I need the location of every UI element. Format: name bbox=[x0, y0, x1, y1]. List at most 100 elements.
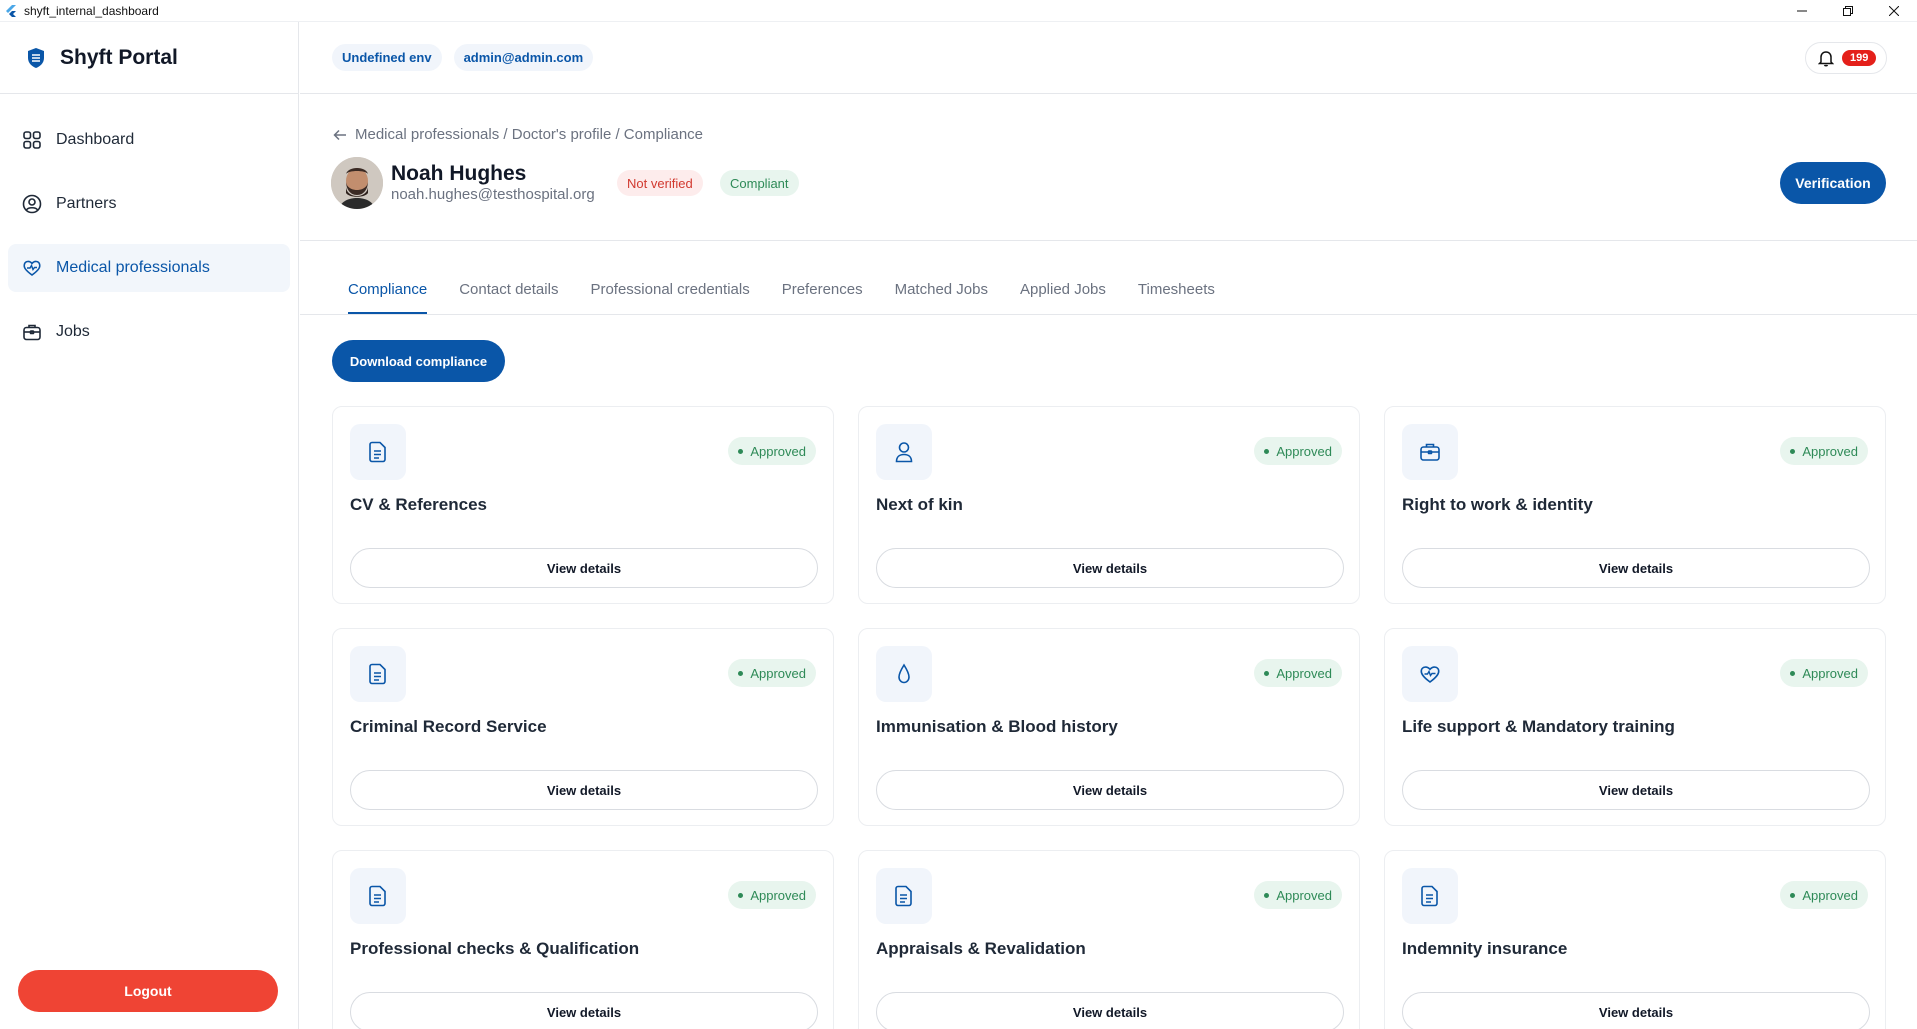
sidebar-item-label: Medical professionals bbox=[56, 259, 210, 276]
status-dot bbox=[1790, 892, 1796, 898]
heart-pulse-icon bbox=[23, 260, 41, 276]
card-icon-box bbox=[1402, 646, 1458, 702]
status-dot bbox=[738, 448, 744, 454]
logout-button[interactable]: Logout bbox=[18, 970, 278, 1012]
status-dot bbox=[1264, 892, 1270, 898]
bell-icon bbox=[1818, 51, 1834, 67]
close-icon bbox=[1889, 6, 1899, 16]
document-icon bbox=[369, 663, 386, 685]
tab-timesheets[interactable]: Timesheets bbox=[1138, 272, 1215, 314]
view-details-button[interactable]: View details bbox=[876, 770, 1344, 810]
view-details-button[interactable]: View details bbox=[1402, 770, 1870, 810]
view-details-button[interactable]: View details bbox=[876, 992, 1344, 1029]
status-text: Approved bbox=[750, 443, 806, 459]
tab-preferences[interactable]: Preferences bbox=[782, 272, 863, 314]
card-icon-box bbox=[350, 424, 406, 480]
env-chip: Undefined env bbox=[332, 44, 442, 71]
sidebar-item-label: Jobs bbox=[56, 323, 90, 340]
person-icon bbox=[895, 442, 913, 463]
compliance-card-right-to-work: Approved Right to work & identity View d… bbox=[1384, 406, 1886, 604]
sidebar-item-partners[interactable]: Partners bbox=[8, 180, 290, 228]
card-icon-box bbox=[876, 424, 932, 480]
card-title: Right to work & identity bbox=[1402, 495, 1593, 514]
compliance-card-indemnity: Approved Indemnity insurance View detail… bbox=[1384, 850, 1886, 1029]
view-details-button[interactable]: View details bbox=[1402, 992, 1870, 1029]
notifications-button[interactable]: 199 bbox=[1805, 42, 1887, 74]
window-title: shyft_internal_dashboard bbox=[24, 3, 159, 18]
top-header: Undefined env admin@admin.com 199 bbox=[300, 22, 1917, 94]
card-icon-box bbox=[350, 868, 406, 924]
divider bbox=[300, 240, 1917, 241]
compliance-card-appraisals: Approved Appraisals & Revalidation View … bbox=[858, 850, 1360, 1029]
card-icon-box bbox=[1402, 424, 1458, 480]
tab-matched-jobs[interactable]: Matched Jobs bbox=[895, 272, 988, 314]
card-icon-box bbox=[876, 868, 932, 924]
approved-badge: Approved bbox=[1254, 881, 1342, 909]
tab-applied-jobs[interactable]: Applied Jobs bbox=[1020, 272, 1106, 314]
card-title: Life support & Mandatory training bbox=[1402, 717, 1675, 736]
status-dot bbox=[1790, 448, 1796, 454]
view-details-button[interactable]: View details bbox=[350, 992, 818, 1029]
sidebar-item-medical-professionals[interactable]: Medical professionals bbox=[8, 244, 290, 292]
sidebar-item-label: Dashboard bbox=[56, 131, 135, 148]
arrow-left-icon bbox=[333, 129, 346, 140]
card-icon-box bbox=[350, 646, 406, 702]
card-title: Criminal Record Service bbox=[350, 717, 547, 736]
breadcrumb-text[interactable]: Medical professionals / Doctor's profile… bbox=[355, 126, 703, 143]
tab-compliance[interactable]: Compliance bbox=[348, 272, 428, 314]
heart-pulse-icon bbox=[1420, 666, 1440, 683]
approved-badge: Approved bbox=[1780, 881, 1868, 909]
minimize-button[interactable] bbox=[1779, 0, 1825, 22]
user-circle-icon bbox=[22, 194, 42, 214]
grid-icon bbox=[23, 131, 41, 149]
card-title: Immunisation & Blood history bbox=[876, 717, 1118, 736]
restore-button[interactable] bbox=[1825, 0, 1871, 22]
sidebar-item-dashboard[interactable]: Dashboard bbox=[8, 116, 290, 164]
brand[interactable]: Shyft Portal bbox=[0, 22, 298, 94]
verification-button[interactable]: Verification bbox=[1780, 162, 1886, 204]
sidebar-item-label: Partners bbox=[56, 195, 117, 212]
view-details-button[interactable]: View details bbox=[350, 770, 818, 810]
approved-badge: Approved bbox=[1780, 437, 1868, 465]
sidebar-item-jobs[interactable]: Jobs bbox=[8, 308, 290, 356]
status-text: Approved bbox=[750, 665, 806, 681]
view-details-button[interactable]: View details bbox=[350, 548, 818, 588]
briefcase-icon bbox=[23, 324, 41, 341]
sidebar-nav: Dashboard Partners Medical professionals… bbox=[0, 94, 298, 356]
compliant-badge: Compliant bbox=[720, 170, 799, 196]
status-text: Approved bbox=[1276, 443, 1332, 459]
document-icon bbox=[895, 885, 912, 907]
status-text: Approved bbox=[1276, 665, 1332, 681]
download-compliance-button[interactable]: Download compliance bbox=[332, 340, 505, 382]
user-email-chip: admin@admin.com bbox=[453, 44, 594, 71]
tab-professional-credentials[interactable]: Professional credentials bbox=[590, 272, 749, 314]
minimize-icon bbox=[1797, 10, 1807, 12]
sidebar: Shyft Portal Dashboard Partners Medical … bbox=[0, 22, 299, 1029]
compliance-card-next-of-kin: Approved Next of kin View details bbox=[858, 406, 1360, 604]
flutter-app-icon bbox=[6, 4, 16, 17]
document-icon bbox=[369, 885, 386, 907]
not-verified-badge: Not verified bbox=[617, 170, 703, 196]
status-dot bbox=[1264, 448, 1270, 454]
profile-email: noah.hughes@testhospital.org bbox=[391, 186, 595, 203]
view-details-button[interactable]: View details bbox=[876, 548, 1344, 588]
tab-contact-details[interactable]: Contact details bbox=[459, 272, 558, 314]
view-details-button[interactable]: View details bbox=[1402, 548, 1870, 588]
card-title: CV & References bbox=[350, 495, 488, 514]
document-icon bbox=[1421, 885, 1438, 907]
document-icon bbox=[369, 441, 386, 463]
card-title: Appraisals & Revalidation bbox=[876, 939, 1086, 958]
brand-name: Shyft Portal bbox=[60, 45, 178, 69]
approved-badge: Approved bbox=[1254, 659, 1342, 687]
status-dot bbox=[738, 670, 744, 676]
back-button[interactable] bbox=[333, 128, 347, 142]
profile-name: Noah Hughes bbox=[391, 162, 527, 185]
status-dot bbox=[738, 892, 744, 898]
close-window-button[interactable] bbox=[1871, 0, 1917, 22]
briefcase-icon bbox=[1420, 443, 1440, 461]
card-icon-box bbox=[1402, 868, 1458, 924]
profile-tabs: Compliance Contact details Professional … bbox=[348, 272, 1247, 314]
status-text: Approved bbox=[750, 887, 806, 903]
status-text: Approved bbox=[1802, 443, 1858, 459]
card-title: Professional checks & Qualification bbox=[350, 939, 640, 958]
